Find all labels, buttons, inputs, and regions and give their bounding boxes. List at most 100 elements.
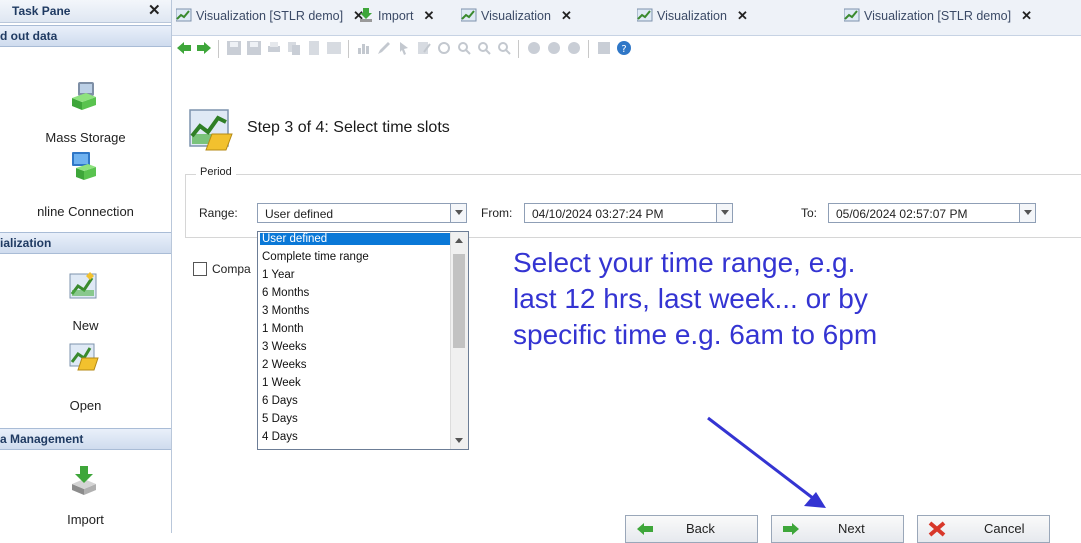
annotation-line: specific time e.g. 6am to 6pm bbox=[513, 319, 878, 350]
to-datetime-picker[interactable]: 05/06/2024 02:57:07 PM bbox=[828, 203, 1036, 223]
settings-icon[interactable] bbox=[566, 40, 582, 56]
range-option[interactable]: User defined bbox=[260, 233, 451, 245]
back-button[interactable]: Back bbox=[625, 515, 758, 543]
import-label: Import bbox=[67, 512, 104, 527]
wizard-chart-icon bbox=[189, 109, 233, 151]
refresh-icon[interactable] bbox=[436, 40, 452, 56]
range-option[interactable]: 1 Week bbox=[260, 377, 451, 389]
pen-icon[interactable] bbox=[376, 40, 392, 56]
section-read-out-data[interactable]: d out data bbox=[0, 25, 171, 47]
from-datetime-picker[interactable]: 04/10/2024 03:27:24 PM bbox=[524, 203, 733, 223]
forward-arrow-icon[interactable] bbox=[196, 40, 212, 56]
cancel-button[interactable]: Cancel bbox=[917, 515, 1050, 543]
table-icon[interactable] bbox=[326, 40, 342, 56]
chevron-down-icon[interactable] bbox=[450, 203, 467, 223]
import-icon bbox=[360, 8, 372, 22]
close-icon[interactable]: ✕ bbox=[737, 8, 748, 23]
range-option[interactable]: 3 Weeks bbox=[260, 341, 451, 353]
to-value: 05/06/2024 02:57:07 PM bbox=[836, 207, 968, 221]
link-icon[interactable] bbox=[526, 40, 542, 56]
section-label: d out data bbox=[0, 29, 58, 43]
scroll-up-icon[interactable] bbox=[455, 238, 463, 243]
scroll-down-icon[interactable] bbox=[455, 438, 463, 443]
copy-icon[interactable] bbox=[286, 40, 302, 56]
save-all-icon[interactable] bbox=[246, 40, 262, 56]
online-connection-item[interactable]: nline Connection bbox=[0, 148, 171, 219]
range-option[interactable]: 1 Month bbox=[260, 323, 451, 335]
annotation-arrow bbox=[707, 416, 826, 508]
properties-icon[interactable] bbox=[596, 40, 612, 56]
tab-label: Visualization [STLR demo] bbox=[196, 9, 344, 23]
dropdown-scrollbar[interactable] bbox=[450, 232, 468, 449]
tab-label: Visualization bbox=[657, 9, 727, 23]
range-option[interactable]: 6 Months bbox=[260, 287, 451, 299]
task-pane-header: Task Pane ✕ bbox=[0, 0, 171, 23]
mass-storage-item[interactable]: Mass Storage bbox=[0, 78, 171, 146]
new-visualization-item[interactable]: New bbox=[0, 268, 171, 336]
back-arrow-icon bbox=[637, 523, 653, 535]
compare-label: Compa bbox=[212, 262, 251, 276]
mass-storage-icon bbox=[72, 82, 96, 110]
tab-visualization-3[interactable]: Visualization ✕ bbox=[637, 8, 748, 30]
annotation-line: last 12 hrs, last week... or by bbox=[513, 283, 868, 314]
range-option[interactable]: 2 Weeks bbox=[260, 359, 451, 371]
chevron-down-icon[interactable] bbox=[716, 203, 733, 223]
cancel-x-icon bbox=[928, 521, 946, 537]
range-option[interactable]: 4 Days bbox=[260, 431, 451, 443]
back-arrow-icon[interactable] bbox=[176, 40, 192, 56]
range-option[interactable]: 6 Days bbox=[260, 395, 451, 407]
document-tab-strip: Visualization [STLR demo] ✕ Import ✕ Visua… bbox=[172, 0, 1081, 36]
range-option[interactable]: 3 Months bbox=[260, 305, 451, 317]
toolbar: ? bbox=[172, 36, 1081, 62]
range-combobox[interactable]: User defined bbox=[257, 203, 467, 223]
tab-label: Visualization bbox=[481, 9, 551, 23]
tab-visualization-stlr-demo-1[interactable]: Visualization [STLR demo] ✕ bbox=[176, 8, 364, 30]
tab-label: Import bbox=[378, 9, 414, 23]
save-icon[interactable] bbox=[226, 40, 242, 56]
cursor-icon[interactable] bbox=[396, 40, 412, 56]
range-dropdown-list[interactable]: User defined Complete time range 1 Year … bbox=[257, 231, 469, 450]
next-button-label: Next bbox=[838, 521, 865, 536]
toolbar-divider bbox=[218, 40, 219, 58]
zoom-icon[interactable] bbox=[456, 40, 472, 56]
open-visualization-icon bbox=[69, 343, 99, 371]
scroll-thumb[interactable] bbox=[453, 254, 465, 348]
range-option[interactable]: 5 Days bbox=[260, 413, 451, 425]
compare-checkbox[interactable] bbox=[193, 262, 207, 276]
task-pane-close-icon[interactable]: ✕ bbox=[148, 1, 161, 19]
chevron-down-icon[interactable] bbox=[1019, 203, 1036, 223]
section-data-management[interactable]: a Management bbox=[0, 428, 171, 450]
tab-visualization-stlr-demo-active[interactable]: Visualization [STLR demo] ✕ bbox=[844, 8, 1032, 30]
chart-config-icon[interactable] bbox=[356, 40, 372, 56]
new-visualization-label: New bbox=[72, 318, 99, 333]
section-visualization[interactable]: ialization bbox=[0, 232, 171, 254]
task-pane: Task Pane ✕ d out data Mass Storage nlin… bbox=[0, 0, 172, 533]
zoom-in-icon[interactable] bbox=[476, 40, 492, 56]
annotation-line: Select your time range, e.g. bbox=[513, 247, 856, 278]
print-icon[interactable] bbox=[266, 40, 282, 56]
section-label: a Management bbox=[0, 432, 84, 446]
edit-icon[interactable] bbox=[416, 40, 432, 56]
next-button[interactable]: Next bbox=[771, 515, 904, 543]
import-item[interactable]: Import bbox=[0, 462, 171, 530]
period-group-label: Period bbox=[196, 166, 236, 178]
close-icon[interactable]: ✕ bbox=[1021, 8, 1032, 23]
range-option[interactable]: 1 Year bbox=[260, 269, 451, 281]
chart-icon bbox=[844, 8, 860, 22]
open-visualization-item[interactable]: Open bbox=[0, 338, 171, 413]
online-connection-label: nline Connection bbox=[37, 204, 134, 219]
close-icon[interactable]: ✕ bbox=[561, 8, 572, 23]
tab-label: Visualization [STLR demo] bbox=[864, 9, 1012, 23]
tab-import[interactable]: Import ✕ bbox=[358, 8, 434, 30]
globe-icon[interactable] bbox=[546, 40, 562, 56]
from-label: From: bbox=[481, 206, 513, 220]
help-icon[interactable]: ? bbox=[616, 40, 632, 56]
toolbar-divider bbox=[588, 40, 589, 58]
document-icon[interactable] bbox=[306, 40, 322, 56]
close-icon[interactable]: ✕ bbox=[423, 8, 434, 23]
open-visualization-label: Open bbox=[69, 398, 102, 413]
tab-visualization-2[interactable]: Visualization ✕ bbox=[461, 8, 572, 30]
new-visualization-icon bbox=[69, 272, 97, 299]
range-option[interactable]: Complete time range bbox=[260, 251, 451, 263]
zoom-out-icon[interactable] bbox=[496, 40, 512, 56]
